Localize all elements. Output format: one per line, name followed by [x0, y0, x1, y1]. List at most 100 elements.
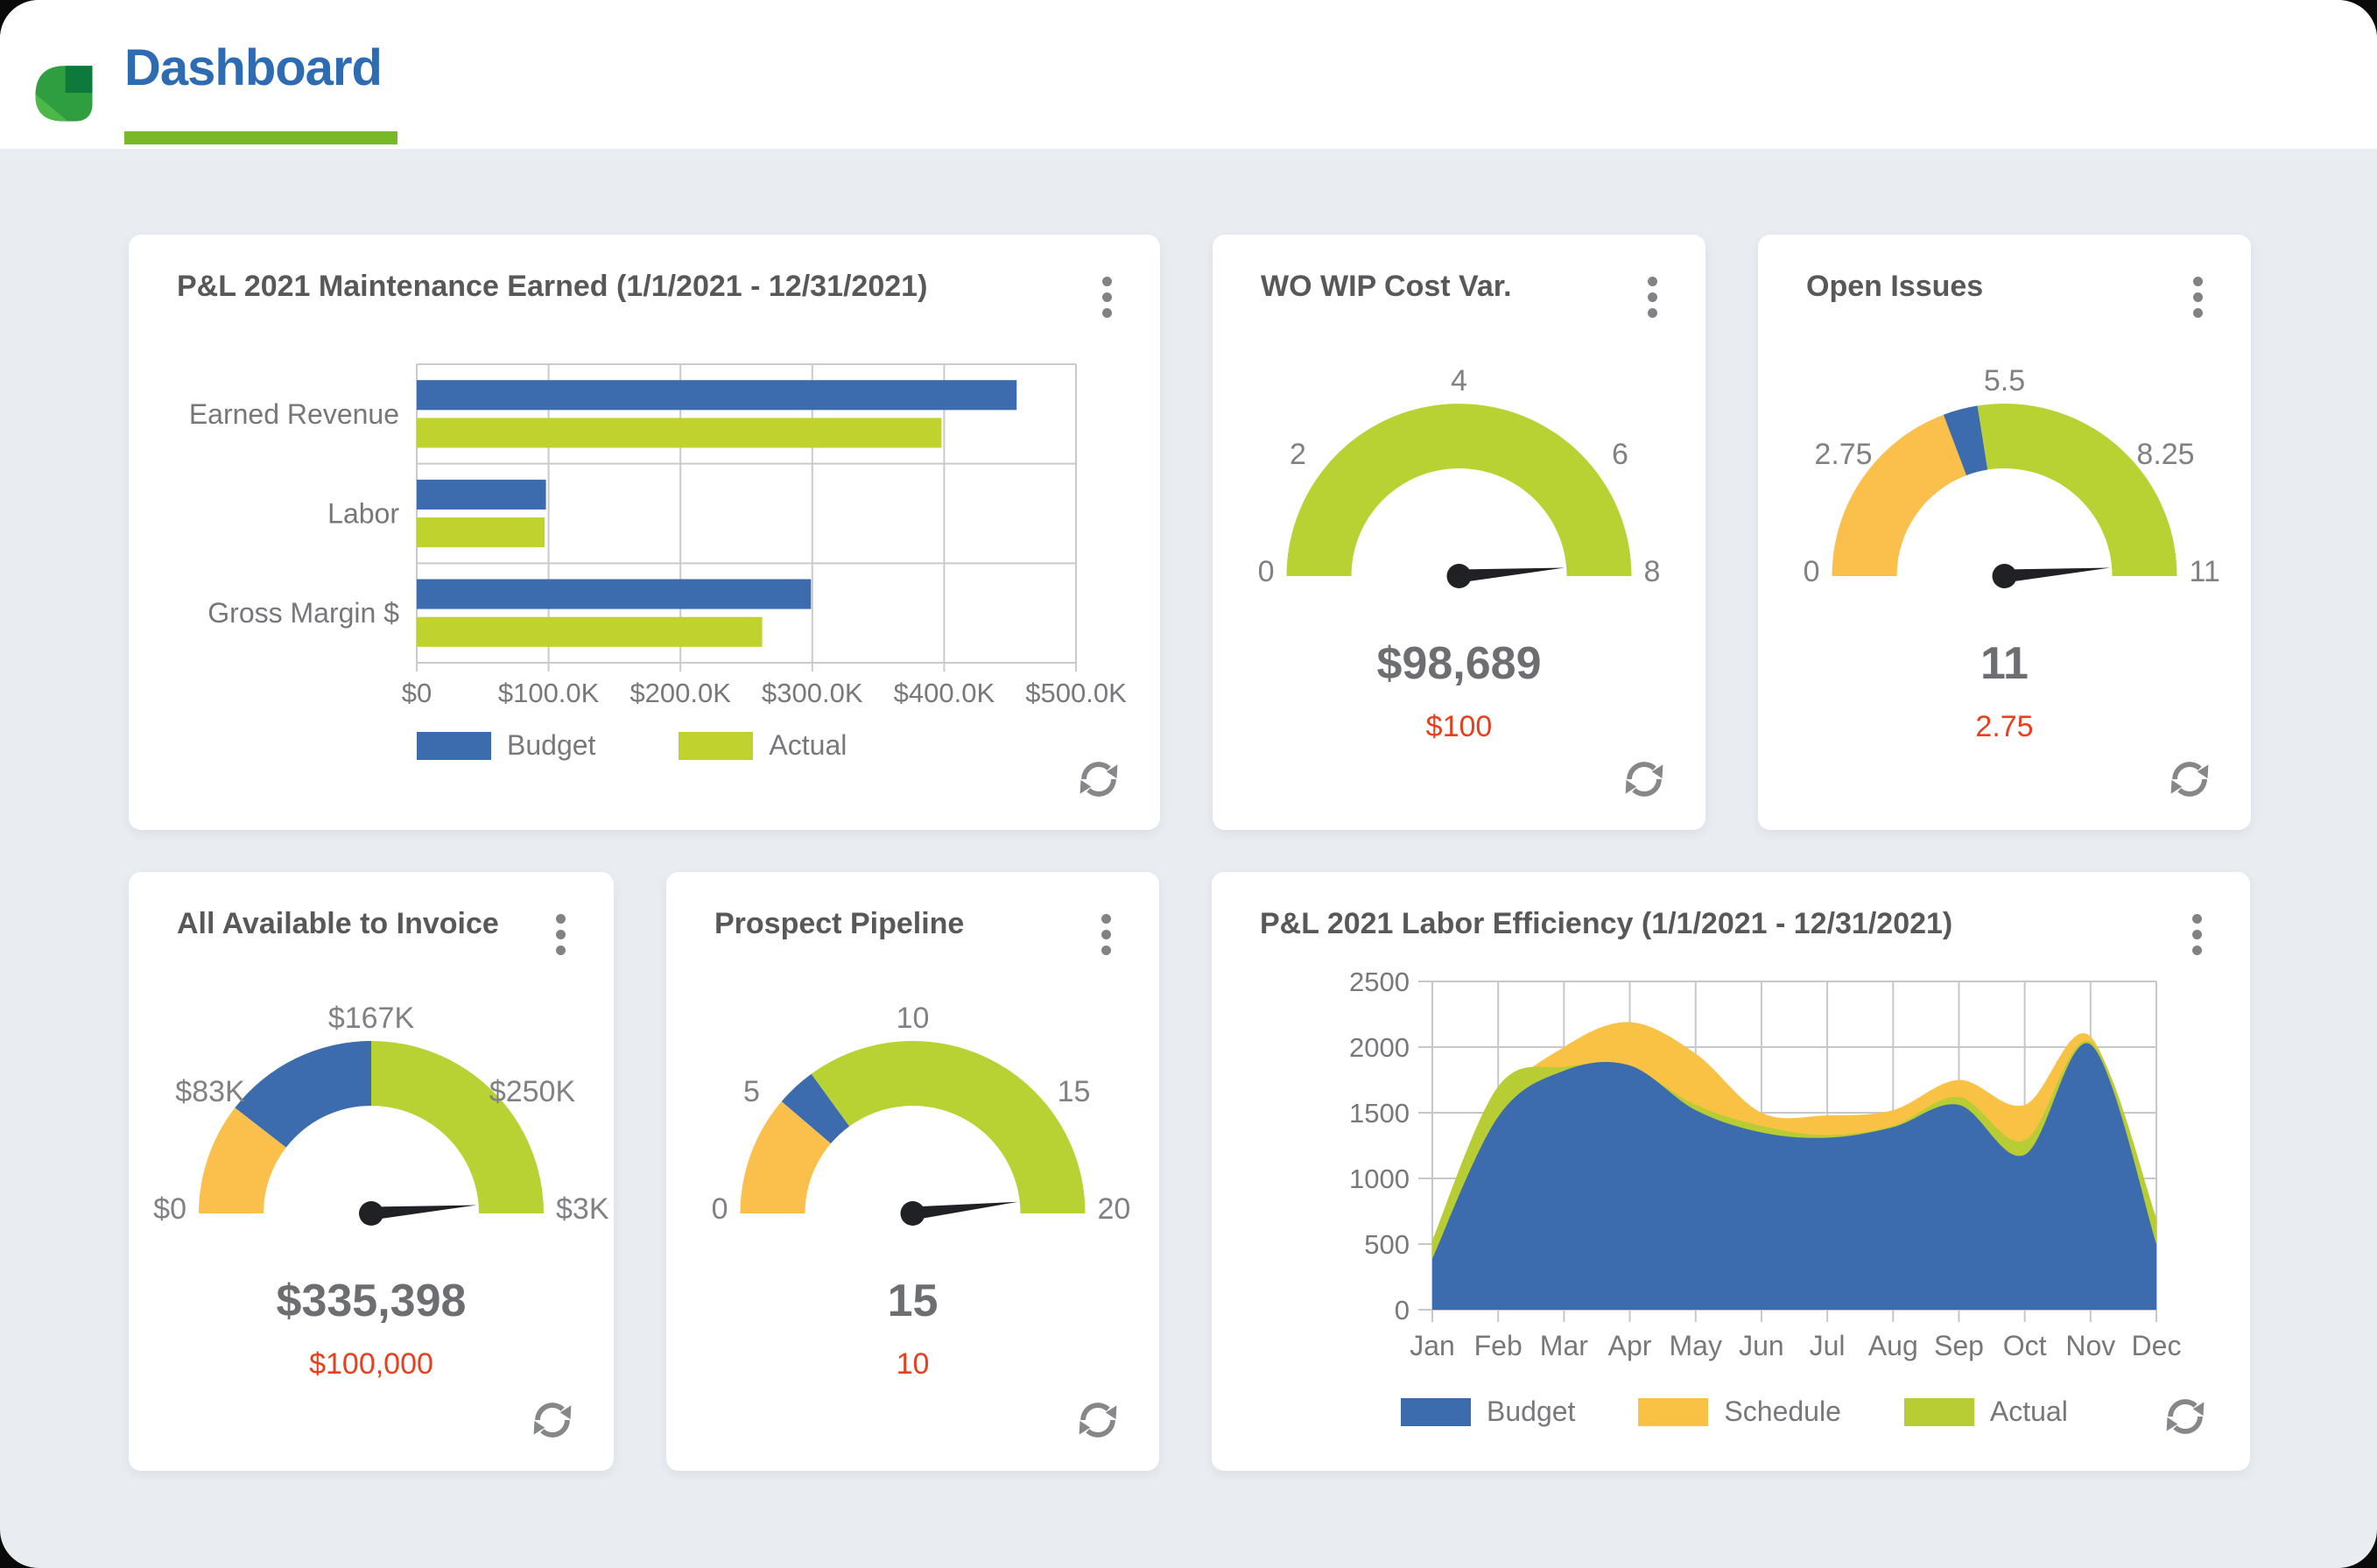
chart-legend: Budget Schedule Actual — [1401, 1396, 2068, 1428]
card-title: Open Issues — [1806, 270, 1983, 304]
svg-text:0: 0 — [712, 1192, 728, 1226]
svg-text:$250K: $250K — [489, 1075, 576, 1108]
refresh-icon[interactable] — [1074, 755, 1123, 804]
card-maintenance-earned: P&L 2021 Maintenance Earned (1/1/2021 - … — [129, 235, 1160, 830]
svg-text:0: 0 — [1804, 555, 1820, 588]
svg-text:0: 0 — [1395, 1295, 1410, 1325]
legend-label: Budget — [507, 729, 595, 762]
card-title: WO WIP Cost Var. — [1261, 270, 1512, 304]
svg-text:Mar: Mar — [1540, 1330, 1588, 1361]
svg-text:4: 4 — [1451, 366, 1467, 397]
card-menu-icon[interactable] — [2186, 271, 2209, 322]
dashboard-grid: P&L 2021 Maintenance Earned (1/1/2021 - … — [0, 149, 2377, 1471]
legend-swatch-schedule — [1638, 1398, 1708, 1426]
svg-text:Sep: Sep — [1934, 1330, 1984, 1361]
svg-text:$0: $0 — [402, 678, 432, 707]
svg-text:Oct: Oct — [2003, 1330, 2047, 1361]
refresh-icon[interactable] — [1073, 1396, 1122, 1445]
svg-text:0: 0 — [1258, 555, 1275, 588]
svg-text:$300.0K: $300.0K — [762, 678, 863, 707]
gauge-prospect-pipeline: 0 5 10 15 20 — [666, 1003, 1159, 1266]
svg-text:1500: 1500 — [1349, 1098, 1410, 1129]
svg-text:Jul: Jul — [1810, 1330, 1846, 1361]
legend-item-actual: Actual — [679, 729, 847, 762]
gauge-all-available-to-invoice: $0 $83K $167K $250K $3K — [129, 1003, 614, 1266]
svg-text:8.25: 8.25 — [2136, 438, 2194, 471]
card-menu-icon[interactable] — [1094, 909, 1117, 960]
legend-swatch-budget — [417, 732, 491, 760]
svg-text:Dec: Dec — [2132, 1330, 2182, 1361]
svg-text:2000: 2000 — [1349, 1032, 1410, 1063]
svg-text:5.5: 5.5 — [1984, 366, 2025, 397]
svg-text:Gross Margin $: Gross Margin $ — [207, 597, 399, 629]
legend-label: Actual — [769, 729, 847, 762]
gauge-wo-wip-cost-var: 0 2 4 6 8 — [1213, 366, 1705, 629]
card-title: All Available to Invoice — [177, 907, 499, 941]
legend-label: Actual — [1990, 1396, 2068, 1428]
gauge-value: $335,398 — [129, 1270, 614, 1332]
app-header: Dashboard — [0, 0, 2377, 149]
svg-text:$3K: $3K — [556, 1192, 609, 1226]
svg-text:11: 11 — [2190, 555, 2220, 588]
svg-text:Jan: Jan — [1410, 1330, 1455, 1361]
legend-item-budget: Budget — [1401, 1396, 1575, 1428]
svg-text:$400.0K: $400.0K — [894, 678, 995, 707]
legend-swatch-actual — [1904, 1398, 1974, 1426]
card-prospect-pipeline: Prospect Pipeline 0 5 10 15 20 15 10 — [666, 872, 1159, 1471]
card-labor-efficiency: P&L 2021 Labor Efficiency (1/1/2021 - 12… — [1212, 872, 2250, 1471]
card-menu-icon[interactable] — [1641, 271, 1663, 322]
svg-text:6: 6 — [1612, 438, 1628, 471]
svg-text:Earned Revenue: Earned Revenue — [189, 398, 399, 430]
card-menu-icon[interactable] — [549, 909, 572, 960]
gauge-value: 11 — [1758, 633, 2251, 694]
svg-text:Feb: Feb — [1474, 1330, 1523, 1361]
svg-text:Jun: Jun — [1739, 1330, 1784, 1361]
card-title: Prospect Pipeline — [714, 907, 964, 941]
svg-text:$0: $0 — [153, 1192, 186, 1226]
gauge-open-issues: 02.755.58.2511 — [1758, 366, 2251, 629]
svg-text:Labor: Labor — [327, 498, 399, 530]
gauge-target-value: $100 — [1213, 706, 1705, 748]
area-chart-labor-efficiency: 0 500 1000 1500 2000 2500 Jan Feb Mar Apr May Jun Ju… — [1212, 968, 2250, 1380]
title-underline — [124, 131, 397, 144]
card-open-issues: Open Issues 02.755.58.2511 11 2.75 — [1758, 235, 2251, 830]
card-title: P&L 2021 Labor Efficiency (1/1/2021 - 12… — [1260, 907, 1952, 941]
svg-text:2: 2 — [1290, 438, 1306, 471]
svg-text:20: 20 — [1098, 1192, 1131, 1226]
refresh-icon[interactable] — [528, 1396, 577, 1445]
legend-item-actual: Actual — [1904, 1396, 2068, 1428]
svg-text:$167K: $167K — [328, 1003, 415, 1035]
gauge-value: 15 — [666, 1270, 1159, 1332]
refresh-icon[interactable] — [2165, 755, 2214, 804]
legend-item-schedule: Schedule — [1638, 1396, 1840, 1428]
legend-label: Budget — [1487, 1396, 1575, 1428]
refresh-icon[interactable] — [2161, 1392, 2210, 1441]
legend-swatch-budget — [1401, 1398, 1471, 1426]
chart-legend: Budget Actual — [417, 729, 847, 762]
legend-swatch-actual — [679, 732, 753, 760]
svg-text:1000: 1000 — [1349, 1164, 1410, 1194]
svg-text:$200.0K: $200.0K — [629, 678, 731, 707]
card-menu-icon[interactable] — [2185, 909, 2208, 960]
svg-text:May: May — [1670, 1330, 1722, 1361]
legend-item-budget: Budget — [417, 729, 595, 762]
svg-text:15: 15 — [1058, 1075, 1091, 1108]
card-menu-icon[interactable] — [1095, 271, 1118, 322]
svg-text:8: 8 — [1644, 555, 1661, 588]
svg-text:2500: 2500 — [1349, 968, 1410, 997]
svg-text:5: 5 — [743, 1075, 760, 1108]
svg-text:$500.0K: $500.0K — [1025, 678, 1127, 707]
gauge-target-value: 10 — [666, 1343, 1159, 1385]
svg-text:Nov: Nov — [2065, 1330, 2115, 1361]
svg-text:$83K: $83K — [175, 1075, 245, 1108]
card-wo-wip-cost-var: WO WIP Cost Var. 02468 $98,689 $100 — [1213, 235, 1705, 830]
refresh-icon[interactable] — [1620, 755, 1669, 804]
page-title: Dashboard — [124, 39, 382, 97]
legend-label: Schedule — [1724, 1396, 1840, 1428]
svg-text:Apr: Apr — [1608, 1330, 1652, 1361]
gauge-target-value: 2.75 — [1758, 706, 2251, 748]
svg-text:10: 10 — [897, 1003, 930, 1035]
svg-text:500: 500 — [1364, 1229, 1410, 1260]
bar-chart-maintenance-earned: $0 $100.0K $200.0K $300.0K $400.0K $500.0K Ear… — [129, 340, 1160, 707]
svg-text:$100.0K: $100.0K — [498, 678, 600, 707]
